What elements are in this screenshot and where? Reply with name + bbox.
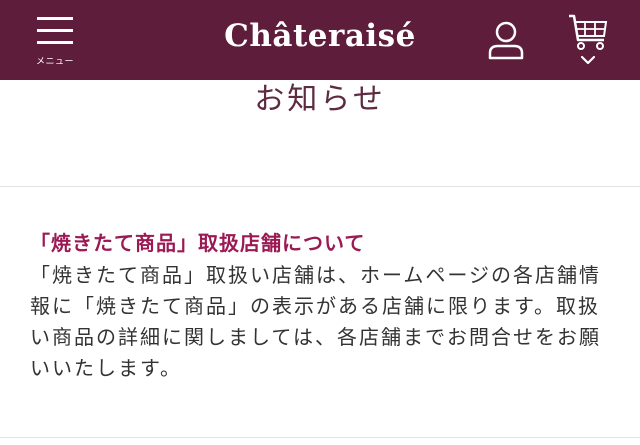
cart-icon [569,14,608,50]
chevron-down-icon [580,55,596,65]
notice-body: 「焼きたて商品」取扱い店舗は、ホームページの各店舗情報に「焼きたて商品」の表示が… [30,263,601,380]
account-button[interactable] [484,20,528,62]
notice-section: 「焼きたて商品」取扱店舗について 「焼きたて商品」取扱い店舗は、ホームページの各… [30,228,615,384]
hamburger-menu-icon [37,17,73,44]
menu-label: メニュー [35,57,74,67]
menu-button[interactable]: メニュー [30,14,80,70]
section-divider [0,186,640,187]
cart-button[interactable] [564,12,612,70]
site-header: メニュー Châteraisé [0,0,640,80]
brand-logo[interactable]: Châteraisé [200,18,440,54]
user-icon [488,21,524,60]
bottom-divider [0,437,640,438]
page-title: お知らせ [254,82,386,117]
notice-heading: 「焼きたて商品」取扱店舗について [30,231,366,255]
